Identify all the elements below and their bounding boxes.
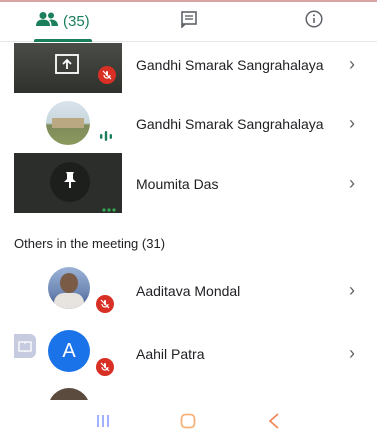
chevron-right-icon[interactable]: › bbox=[349, 113, 355, 134]
participant-tile: A bbox=[14, 322, 122, 384]
participant-row[interactable]: A Aahil Patra › bbox=[0, 322, 377, 384]
avatar bbox=[50, 162, 90, 202]
floating-book-icon bbox=[14, 334, 36, 358]
participant-name: Aaditava Mondal bbox=[136, 283, 241, 299]
tab-chat[interactable] bbox=[126, 2, 252, 41]
participant-name: Gandhi Smarak Sangrahalaya bbox=[136, 57, 324, 73]
participant-row[interactable]: Moumita Das › bbox=[0, 153, 377, 213]
participant-tile bbox=[14, 43, 122, 93]
meeting-tabs: (35) bbox=[0, 2, 377, 42]
participant-row[interactable]: Gandhi Smarak Sangrahalaya › bbox=[0, 43, 377, 93]
participant-name: Gandhi Smarak Sangrahalaya bbox=[136, 116, 324, 132]
audio-level-icon bbox=[100, 129, 112, 147]
recent-apps-icon[interactable] bbox=[83, 406, 123, 436]
others-section-label: Others in the meeting (31) bbox=[14, 236, 166, 251]
participant-name: Moumita Das bbox=[136, 176, 219, 192]
avatar: A bbox=[48, 330, 90, 372]
present-screen-icon bbox=[55, 54, 79, 81]
tab-info[interactable] bbox=[251, 2, 377, 41]
tab-people[interactable]: (35) bbox=[0, 2, 126, 42]
participant-name: Aahil Patra bbox=[136, 346, 205, 362]
participant-tile bbox=[14, 97, 122, 151]
participant-tile bbox=[14, 259, 122, 321]
participant-row[interactable]: Gandhi Smarak Sangrahalaya › bbox=[0, 95, 377, 151]
chevron-right-icon[interactable]: › bbox=[349, 54, 355, 75]
mic-off-icon bbox=[96, 358, 114, 376]
mic-off-icon bbox=[96, 295, 114, 313]
chevron-right-icon[interactable]: › bbox=[349, 173, 355, 194]
participant-row[interactable]: Aaditava Mondal › bbox=[0, 259, 377, 321]
more-dots-icon bbox=[102, 199, 116, 213]
info-icon bbox=[305, 10, 323, 33]
avatar bbox=[48, 388, 90, 400]
pin-icon bbox=[62, 171, 78, 194]
people-icon bbox=[35, 11, 58, 32]
participant-tile bbox=[14, 153, 122, 213]
home-icon[interactable] bbox=[168, 406, 208, 436]
mic-off-icon bbox=[98, 66, 116, 84]
chat-icon bbox=[180, 10, 197, 33]
back-icon[interactable] bbox=[254, 406, 294, 436]
system-nav-bar bbox=[0, 400, 377, 441]
chevron-right-icon[interactable]: › bbox=[349, 343, 355, 364]
avatar bbox=[46, 101, 90, 145]
avatar bbox=[48, 267, 90, 309]
chevron-right-icon[interactable]: › bbox=[349, 280, 355, 301]
participant-row[interactable] bbox=[0, 386, 377, 400]
participant-count: (35) bbox=[62, 13, 90, 30]
